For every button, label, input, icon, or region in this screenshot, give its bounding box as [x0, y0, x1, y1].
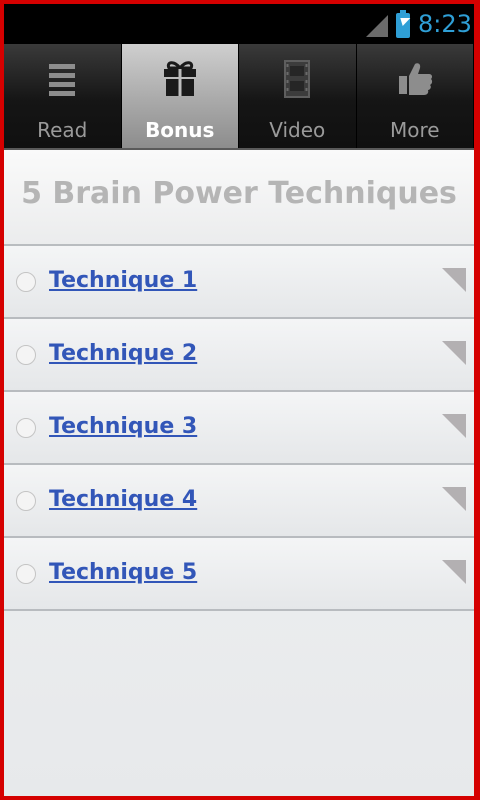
technique-link[interactable]: Technique 4 — [49, 487, 197, 512]
tab-more-label: More — [389, 118, 440, 142]
corner-triangle-icon — [442, 268, 466, 292]
tab-bonus-label: Bonus — [145, 118, 215, 142]
corner-triangle-icon — [442, 341, 466, 365]
tab-read[interactable]: Read — [4, 44, 122, 148]
battery-charging-icon — [396, 10, 410, 38]
tab-more[interactable]: More — [356, 44, 474, 148]
radio-button[interactable] — [16, 491, 36, 511]
page-title: 5 Brain Power Techniques — [21, 176, 457, 211]
technique-list: Technique 1 Technique 2 Technique 3 Tech… — [4, 246, 474, 611]
tab-read-label: Read — [37, 118, 88, 142]
radio-button[interactable] — [16, 418, 36, 438]
film-strip-icon — [284, 60, 310, 98]
list-item[interactable]: Technique 1 — [4, 246, 474, 319]
technique-link[interactable]: Technique 2 — [49, 341, 197, 366]
list-item[interactable]: Technique 3 — [4, 392, 474, 465]
gift-icon — [163, 61, 196, 96]
corner-triangle-icon — [442, 414, 466, 438]
corner-triangle-icon — [442, 560, 466, 584]
list-item[interactable]: Technique 4 — [4, 465, 474, 538]
list-item[interactable]: Technique 2 — [4, 319, 474, 392]
tab-video[interactable]: Video — [239, 44, 357, 148]
tab-bonus[interactable]: Bonus — [121, 44, 239, 148]
app-frame: 8:23 Read Bonus Video More 5 Brain Power… — [4, 4, 474, 796]
technique-link[interactable]: Technique 1 — [49, 268, 197, 293]
list-item[interactable]: Technique 5 — [4, 538, 474, 611]
status-bar: 8:23 — [4, 4, 474, 44]
menu-lines-icon — [49, 64, 75, 96]
content-area: 5 Brain Power Techniques Technique 1 Tec… — [4, 148, 474, 796]
radio-button[interactable] — [16, 564, 36, 584]
radio-button[interactable] — [16, 345, 36, 365]
corner-triangle-icon — [442, 487, 466, 511]
signal-icon — [366, 15, 388, 37]
tab-video-label: Video — [269, 118, 326, 142]
technique-link[interactable]: Technique 3 — [49, 414, 197, 439]
thumbs-up-icon — [398, 63, 432, 95]
status-time: 8:23 — [418, 10, 472, 38]
tab-bar: Read Bonus Video More — [4, 44, 474, 148]
radio-button[interactable] — [16, 272, 36, 292]
page-header: 5 Brain Power Techniques — [4, 150, 474, 246]
technique-link[interactable]: Technique 5 — [49, 560, 197, 585]
